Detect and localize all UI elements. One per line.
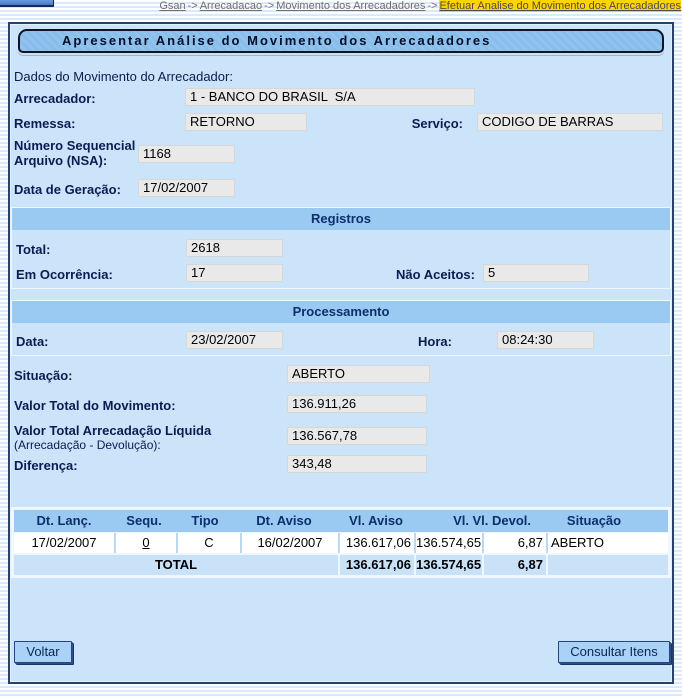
em-ocorrencia-field: 17 — [186, 264, 283, 282]
nsa-label-line2: Arquivo (NSA): — [14, 153, 107, 168]
breadcrumb-link-arrecadacao[interactable]: Arrecadacao — [200, 0, 262, 12]
cell-sequ: 0 — [116, 533, 176, 553]
valor-total-movimento-field: 136.911,26 — [287, 395, 427, 413]
data-geracao-label: Data de Geração: — [14, 182, 121, 197]
total-vl-arreca-cell: 136.574,65 — [416, 555, 482, 575]
cell-vl-devol: 6,87 — [484, 533, 546, 553]
valor-liquida-label-line1: Valor Total Arrecadação Líquida — [14, 423, 211, 438]
valor-total-movimento-label: Valor Total do Movimento: — [14, 398, 176, 413]
servico-field: CODIGO DE BARRAS — [477, 113, 663, 131]
consultar-itens-button[interactable]: Consultar Itens — [558, 641, 670, 663]
processamento-data-field: 23/02/2007 — [186, 331, 283, 349]
section-label-dados: Dados do Movimento do Arrecadador: — [14, 69, 233, 84]
registros-total-label: Total: — [16, 242, 50, 257]
remessa-label: Remessa: — [14, 116, 75, 131]
valor-liquida-label-line2: (Arrecadação - Devolução): — [14, 438, 161, 452]
col-header-dt-aviso: Dt. Aviso — [236, 510, 332, 532]
voltar-button[interactable]: Voltar — [14, 641, 72, 663]
col-header-dt-lanc: Dt. Lanç. — [14, 510, 114, 532]
movimento-table-header-row: Dt. Lanç. Sequ. Tipo Dt. Aviso Vl. Aviso… — [14, 510, 668, 532]
breadcrumb-separator: -> — [262, 0, 276, 12]
page-title: Apresentar Análise do Movimento dos Arre… — [18, 29, 664, 53]
nsa-field: 1168 — [138, 145, 235, 163]
data-geracao-field: 17/02/2007 — [138, 179, 235, 197]
col-header-vl-aviso: Vl. Aviso — [332, 510, 406, 532]
arrecadador-label: Arrecadador: — [14, 91, 96, 106]
diferenca-label: Diferença: — [14, 458, 78, 473]
servico-label: Serviço: — [310, 116, 463, 131]
main-content-frame: Apresentar Análise do Movimento dos Arre… — [8, 22, 674, 684]
registros-header: Registros — [12, 208, 670, 230]
registros-box: Registros Total: 2618 Em Ocorrência: 17 … — [11, 207, 671, 289]
table-total-row: TOTAL 136.617,06 136.574,65 6,87 — [14, 555, 668, 575]
cell-tipo: C — [178, 533, 240, 553]
em-ocorrencia-label: Em Ocorrência: — [16, 267, 113, 282]
col-header-vl-devol: Vl. Devol. — [472, 510, 534, 532]
breadcrumb-separator: -> — [425, 0, 439, 12]
valor-liquida-field: 136.567,78 — [287, 427, 427, 445]
sequencial-link[interactable]: 0 — [142, 535, 149, 550]
hora-field: 08:24:30 — [497, 331, 594, 349]
cell-dt-lanc: 17/02/2007 — [14, 533, 114, 553]
breadcrumb-current-page[interactable]: Efetuar Analise do Movimento dos Arrecad… — [439, 0, 681, 12]
total-vl-devol-cell: 6,87 — [484, 555, 546, 575]
diferenca-field: 343,48 — [287, 455, 427, 473]
nsa-label-line1: Número Sequencial — [14, 138, 135, 153]
col-header-vl-arreca: Vl. Arreca. — [406, 510, 472, 532]
breadcrumb-link-movimento[interactable]: Movimento dos Arrecadadores — [276, 0, 425, 12]
movimento-table: Dt. Lanç. Sequ. Tipo Dt. Aviso Vl. Aviso… — [11, 507, 671, 578]
situacao-field: ABERTO — [287, 365, 430, 383]
col-header-situacao: Situação — [534, 510, 654, 532]
nao-aceitos-field: 5 — [483, 264, 589, 282]
breadcrumb: Gsan->Arrecadacao->Movimento dos Arrecad… — [159, 0, 681, 12]
processamento-data-label: Data: — [16, 334, 49, 349]
cell-vl-aviso: 136.617,06 — [340, 533, 414, 553]
nao-aceitos-label: Não Aceitos: — [342, 267, 475, 282]
situacao-label: Situação: — [14, 368, 73, 383]
total-vl-aviso-cell: 136.617,06 — [340, 555, 414, 575]
breadcrumb-link-gsan[interactable]: Gsan — [159, 0, 185, 12]
col-header-sequ: Sequ. — [114, 510, 174, 532]
cell-vl-arreca: 136.574,65 — [416, 533, 482, 553]
remessa-field: RETORNO — [185, 113, 307, 131]
registros-total-field: 2618 — [186, 239, 283, 257]
breadcrumb-separator: -> — [186, 0, 200, 12]
col-header-tipo: Tipo — [174, 510, 236, 532]
processamento-header: Processamento — [12, 301, 670, 323]
arrecadador-field: 1 - BANCO DO BRASIL S/A — [185, 88, 475, 106]
table-row: 17/02/2007 0 C 16/02/2007 136.617,06 136… — [14, 533, 668, 553]
total-situacao-cell — [548, 555, 668, 575]
hora-label: Hora: — [342, 334, 452, 349]
total-label-cell: TOTAL — [14, 555, 338, 575]
cell-dt-aviso: 16/02/2007 — [242, 533, 338, 553]
processamento-box: Processamento Data: 23/02/2007 Hora: 08:… — [11, 300, 671, 356]
top-tab-fragment — [0, 0, 54, 7]
cell-situacao: ABERTO — [548, 533, 668, 553]
